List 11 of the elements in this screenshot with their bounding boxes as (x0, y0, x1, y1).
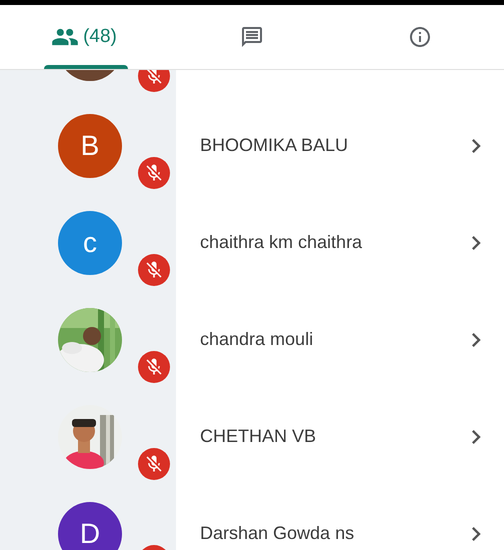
avatar: c (58, 210, 122, 274)
avatar: B (58, 114, 122, 178)
info-icon (408, 25, 432, 49)
participant-name[interactable]: BHOOMIKA BALU (200, 132, 462, 159)
avatar: D (58, 502, 122, 550)
tab[interactable]: (48) (0, 5, 168, 69)
chat-icon (240, 25, 264, 49)
participant-name[interactable]: Darshan Gowda ns (200, 520, 462, 547)
participant-name[interactable]: chandra mouli (200, 326, 462, 353)
participant-name[interactable]: CHETHAN VB (200, 423, 462, 450)
participant-name[interactable]: chaithra km chaithra (200, 229, 462, 256)
